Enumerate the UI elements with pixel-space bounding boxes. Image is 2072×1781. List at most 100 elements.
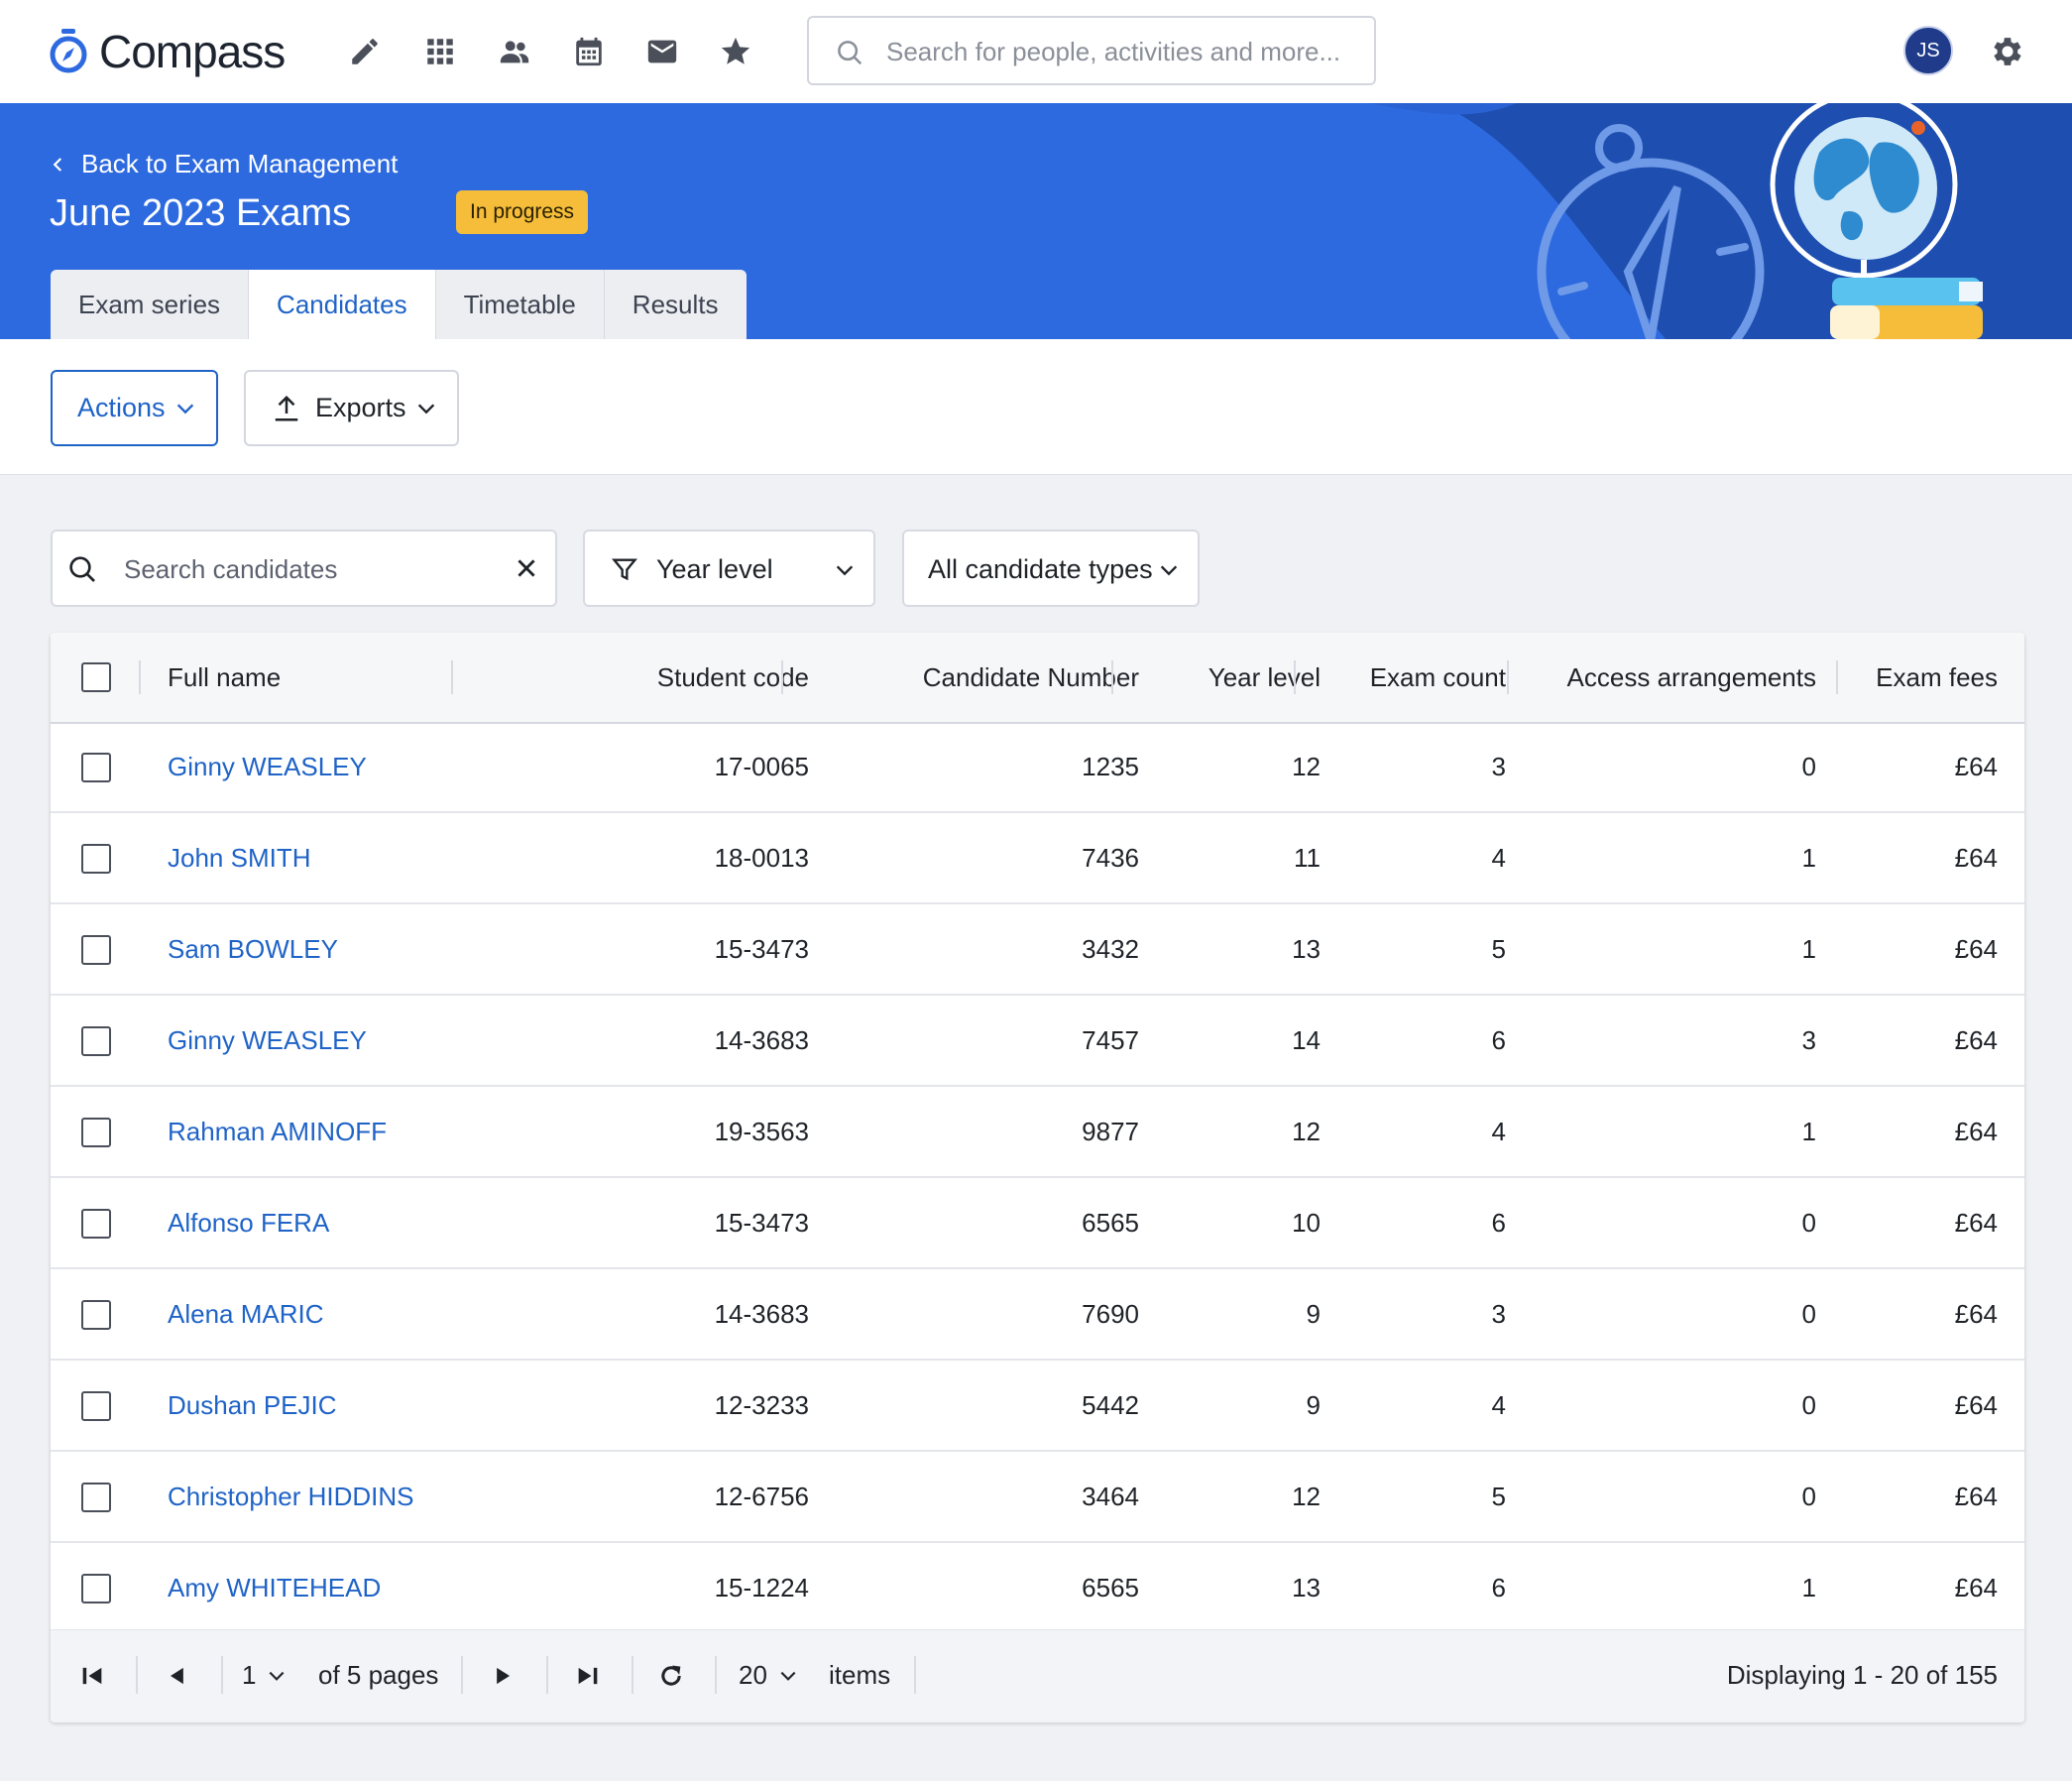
refresh-icon[interactable] <box>657 1662 685 1690</box>
row-checkbox[interactable] <box>81 1574 111 1603</box>
compass-logo[interactable]: Compass <box>48 26 286 77</box>
gear-icon[interactable] <box>1989 33 2026 70</box>
candidate-number: 6565 <box>1082 1573 1139 1603</box>
table-row: Ginny WEASLEY 14-3683 7457 14 6 3 £64 <box>51 996 2024 1087</box>
chevron-down-icon[interactable] <box>778 1666 798 1686</box>
year-level: 14 <box>1292 1025 1321 1055</box>
previous-page-icon[interactable] <box>164 1662 191 1690</box>
pencil-icon[interactable] <box>345 32 385 71</box>
access-arrangements: 0 <box>1801 1482 1816 1511</box>
candidate-number: 7457 <box>1082 1025 1139 1055</box>
user-avatar[interactable]: JS <box>1903 26 1953 75</box>
status-badge: In progress <box>456 190 589 234</box>
current-page-select[interactable]: 1 <box>242 1660 256 1691</box>
calendar-icon[interactable] <box>569 32 609 71</box>
candidate-number: 3464 <box>1082 1482 1139 1511</box>
column-header-access-arrangements[interactable]: Access arrangements <box>1567 662 1816 693</box>
column-header-exam-fees[interactable]: Exam fees <box>1876 662 1998 693</box>
column-header-exam-count[interactable]: Exam count <box>1370 662 1506 693</box>
access-arrangements: 0 <box>1801 1208 1816 1238</box>
exam-count: 5 <box>1491 934 1506 964</box>
column-header-full-name[interactable]: Full name <box>168 662 281 693</box>
access-arrangements: 0 <box>1801 752 1816 781</box>
select-all-checkbox[interactable] <box>81 662 111 692</box>
column-divider[interactable] <box>451 660 453 694</box>
top-bar: Compass JS <box>0 0 2072 104</box>
filter-icon <box>612 558 637 581</box>
column-header-candidate-number[interactable]: Candidate Number <box>923 662 1139 693</box>
year-level-filter-label: Year level <box>656 554 773 584</box>
candidate-name-link[interactable]: Alfonso FERA <box>168 1208 329 1239</box>
column-header-student-code[interactable]: Student code <box>657 662 809 693</box>
year-level-filter[interactable]: Year level <box>583 530 875 607</box>
row-checkbox[interactable] <box>81 1300 111 1330</box>
chevron-down-icon <box>836 565 854 576</box>
app-name: Compass <box>99 26 286 77</box>
candidate-name-link[interactable]: Alena MARIC <box>168 1299 324 1330</box>
row-checkbox[interactable] <box>81 935 111 965</box>
candidate-name-link[interactable]: Ginny WEASLEY <box>168 1025 367 1056</box>
row-checkbox[interactable] <box>81 753 111 782</box>
exam-count: 3 <box>1491 1299 1506 1329</box>
chevron-down-icon[interactable] <box>267 1666 287 1686</box>
candidate-search[interactable] <box>51 530 557 607</box>
candidate-number: 7690 <box>1082 1299 1139 1329</box>
chevron-down-icon <box>1160 565 1178 576</box>
tab-exam-series[interactable]: Exam series <box>51 270 250 339</box>
candidate-search-input[interactable] <box>122 547 503 591</box>
pager-divider <box>136 1656 138 1694</box>
row-checkbox[interactable] <box>81 1391 111 1421</box>
display-summary: Displaying 1 - 20 of 155 <box>1726 1660 1998 1690</box>
exam-fees: £64 <box>1954 752 1998 781</box>
global-search-input[interactable] <box>884 30 1354 73</box>
page-size-select[interactable]: 20 <box>739 1660 767 1691</box>
back-to-exam-management-link[interactable]: Back to Exam Management <box>50 149 398 179</box>
access-arrangements: 0 <box>1801 1299 1816 1329</box>
actions-dropdown-button[interactable]: Actions <box>51 370 218 446</box>
exam-fees: £64 <box>1954 1573 1998 1603</box>
column-divider[interactable] <box>1111 660 1113 694</box>
table-row: Sam BOWLEY 15-3473 3432 13 5 1 £64 <box>51 904 2024 996</box>
candidate-name-link[interactable]: Sam BOWLEY <box>168 934 338 965</box>
candidate-name-link[interactable]: Rahman AMINOFF <box>168 1117 387 1147</box>
first-page-icon[interactable] <box>78 1662 106 1690</box>
candidate-name-link[interactable]: Christopher HIDDINS <box>168 1482 414 1512</box>
people-icon[interactable] <box>495 32 534 71</box>
global-search[interactable] <box>807 16 1376 85</box>
column-divider[interactable] <box>1836 660 1838 694</box>
candidate-types-filter[interactable]: All candidate types <box>902 530 1200 607</box>
column-divider[interactable] <box>781 660 783 694</box>
column-divider[interactable] <box>1294 660 1296 694</box>
candidate-name-link[interactable]: Dushan PEJIC <box>168 1390 337 1421</box>
table-row: Rahman AMINOFF 19-3563 9877 12 4 1 £64 <box>51 1087 2024 1178</box>
pager-divider <box>461 1656 463 1694</box>
close-icon[interactable] <box>514 555 539 581</box>
upload-icon <box>275 395 298 420</box>
tab-candidates[interactable]: Candidates <box>249 270 436 339</box>
last-page-icon[interactable] <box>574 1662 602 1690</box>
row-checkbox[interactable] <box>81 1483 111 1512</box>
student-code: 18-0013 <box>714 843 809 873</box>
row-checkbox[interactable] <box>81 1209 111 1239</box>
exports-dropdown-button[interactable]: Exports <box>244 370 459 446</box>
column-header-year-level[interactable]: Year level <box>1209 662 1321 693</box>
table-row: Ginny WEASLEY 17-0065 1235 12 3 0 £64 <box>51 722 2024 813</box>
pagination-bar: 1 of 5 pages 20 items Displaying 1 - 20 … <box>51 1629 2024 1722</box>
row-checkbox[interactable] <box>81 1026 111 1056</box>
row-checkbox[interactable] <box>81 1118 111 1147</box>
row-checkbox[interactable] <box>81 844 111 874</box>
next-page-icon[interactable] <box>489 1662 517 1690</box>
column-divider[interactable] <box>1507 660 1509 694</box>
candidates-table: Full name Student code Candidate Number … <box>51 633 2024 1722</box>
candidate-types-filter-label: All candidate types <box>928 554 1153 584</box>
star-icon[interactable] <box>716 32 755 71</box>
exam-fees: £64 <box>1954 1208 1998 1238</box>
tab-results[interactable]: Results <box>604 270 747 339</box>
apps-grid-icon[interactable] <box>420 32 460 71</box>
tab-timetable[interactable]: Timetable <box>435 270 605 339</box>
candidate-name-link[interactable]: Amy WHITEHEAD <box>168 1573 381 1603</box>
candidate-name-link[interactable]: Ginny WEASLEY <box>168 752 367 782</box>
mail-icon[interactable] <box>642 32 682 71</box>
exam-fees: £64 <box>1954 1482 1998 1511</box>
candidate-name-link[interactable]: John SMITH <box>168 843 311 874</box>
